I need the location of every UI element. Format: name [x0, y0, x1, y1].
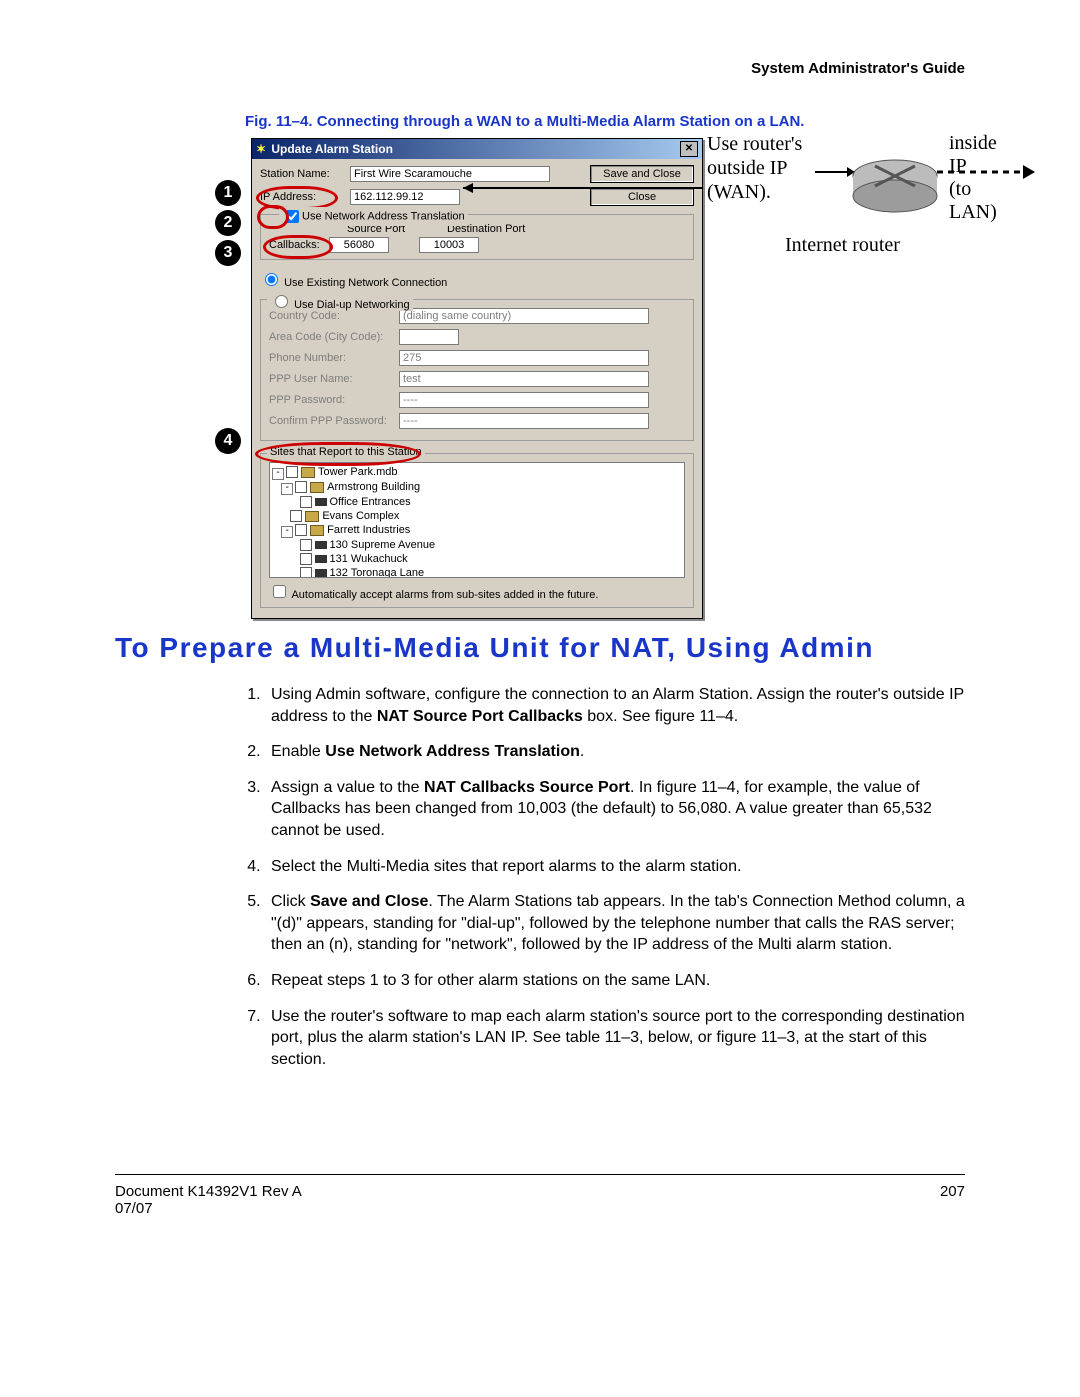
ip-arrow	[463, 178, 713, 198]
step-2: Enable Use Network Address Translation.	[265, 741, 965, 763]
auto-accept-label: Automatically accept alarms from sub-sit…	[291, 589, 598, 601]
footer-doc: Document K14392V1 Rev A	[115, 1183, 302, 1200]
callbacks-dest-input[interactable]	[419, 237, 479, 253]
auto-accept-checkbox[interactable]	[273, 585, 286, 598]
country-code-input	[399, 308, 649, 324]
use-nat-label: Use Network Address Translation	[279, 207, 468, 226]
header-guide: System Administrator's Guide	[115, 60, 965, 77]
update-alarm-station-dialog: ✶ Update Alarm Station ✕ Station Name: S…	[251, 138, 703, 619]
ppp-pw-label: PPP Password:	[269, 394, 399, 406]
dialog-titlebar[interactable]: ✶ Update Alarm Station ✕	[252, 139, 702, 159]
tree-item[interactable]: Office Entrances	[330, 496, 411, 508]
steps-list: Using Admin software, configure the conn…	[265, 684, 965, 1070]
step-4: Select the Multi-Media sites that report…	[265, 856, 965, 878]
step-7: Use the router's software to map each al…	[265, 1006, 965, 1071]
phone-label: Phone Number:	[269, 352, 399, 364]
section-heading: To Prepare a Multi-Media Unit for NAT, U…	[115, 632, 965, 664]
tree-item[interactable]: Farrett Industries	[327, 524, 410, 536]
station-name-label: Station Name:	[260, 168, 350, 180]
confirm-pw-label: Confirm PPP Password:	[269, 415, 399, 427]
use-existing-radio[interactable]: Use Existing Network Connection	[260, 277, 447, 289]
callout-2: 2	[215, 210, 241, 236]
ip-address-input[interactable]	[350, 189, 460, 205]
step-1: Using Admin software, configure the conn…	[265, 684, 965, 727]
figure-caption: Fig. 11–4. Connecting through a WAN to a…	[115, 113, 965, 130]
nat-checkbox-highlight	[257, 205, 289, 229]
router-text-block: Use router's outside IP (WAN).	[707, 132, 802, 204]
figure-area: 1 2 3 4 ✶ Update Alarm Station ✕ Station…	[215, 138, 965, 592]
callout-4: 4	[215, 428, 241, 454]
tree-item[interactable]: 131 Wukachuck	[330, 553, 408, 565]
step-3: Assign a value to the NAT Callbacks Sour…	[265, 777, 965, 842]
callout-3: 3	[215, 240, 241, 266]
area-code-input	[399, 329, 459, 345]
callbacks-highlight	[263, 235, 333, 259]
page-footer: Document K14392V1 Rev A 07/07 207	[115, 1174, 965, 1217]
sites-tree[interactable]: -Tower Park.mdb -Armstrong Building Offi…	[269, 462, 685, 578]
confirm-pw-input	[399, 413, 649, 429]
ppp-pw-input	[399, 392, 649, 408]
tree-item[interactable]: Evans Complex	[322, 510, 399, 522]
country-code-label: Country Code:	[269, 310, 399, 322]
step-6: Repeat steps 1 to 3 for other alarm stat…	[265, 970, 965, 992]
tree-item[interactable]: 132 Toronaga Lane	[330, 567, 425, 578]
dialog-title: Update Alarm Station	[271, 142, 393, 156]
footer-date: 07/07	[115, 1200, 302, 1217]
callout-1: 1	[215, 180, 241, 206]
use-dialup-radio[interactable]	[275, 295, 288, 308]
tree-item[interactable]: Armstrong Building	[327, 481, 420, 493]
callbacks-source-input[interactable]	[329, 237, 389, 253]
tree-item[interactable]: Tower Park.mdb	[318, 466, 397, 478]
step-5: Click Save and Close. The Alarm Stations…	[265, 891, 965, 956]
area-code-label: Area Code (City Code):	[269, 331, 399, 343]
ppp-user-label: PPP User Name:	[269, 373, 399, 385]
ppp-user-input	[399, 371, 649, 387]
phone-input	[399, 350, 649, 366]
page-number: 207	[940, 1183, 965, 1217]
close-icon[interactable]: ✕	[680, 141, 698, 157]
sites-highlight	[255, 442, 421, 466]
tree-item[interactable]: 130 Supreme Avenue	[330, 539, 436, 551]
router-caption: Internet router	[785, 234, 900, 257]
